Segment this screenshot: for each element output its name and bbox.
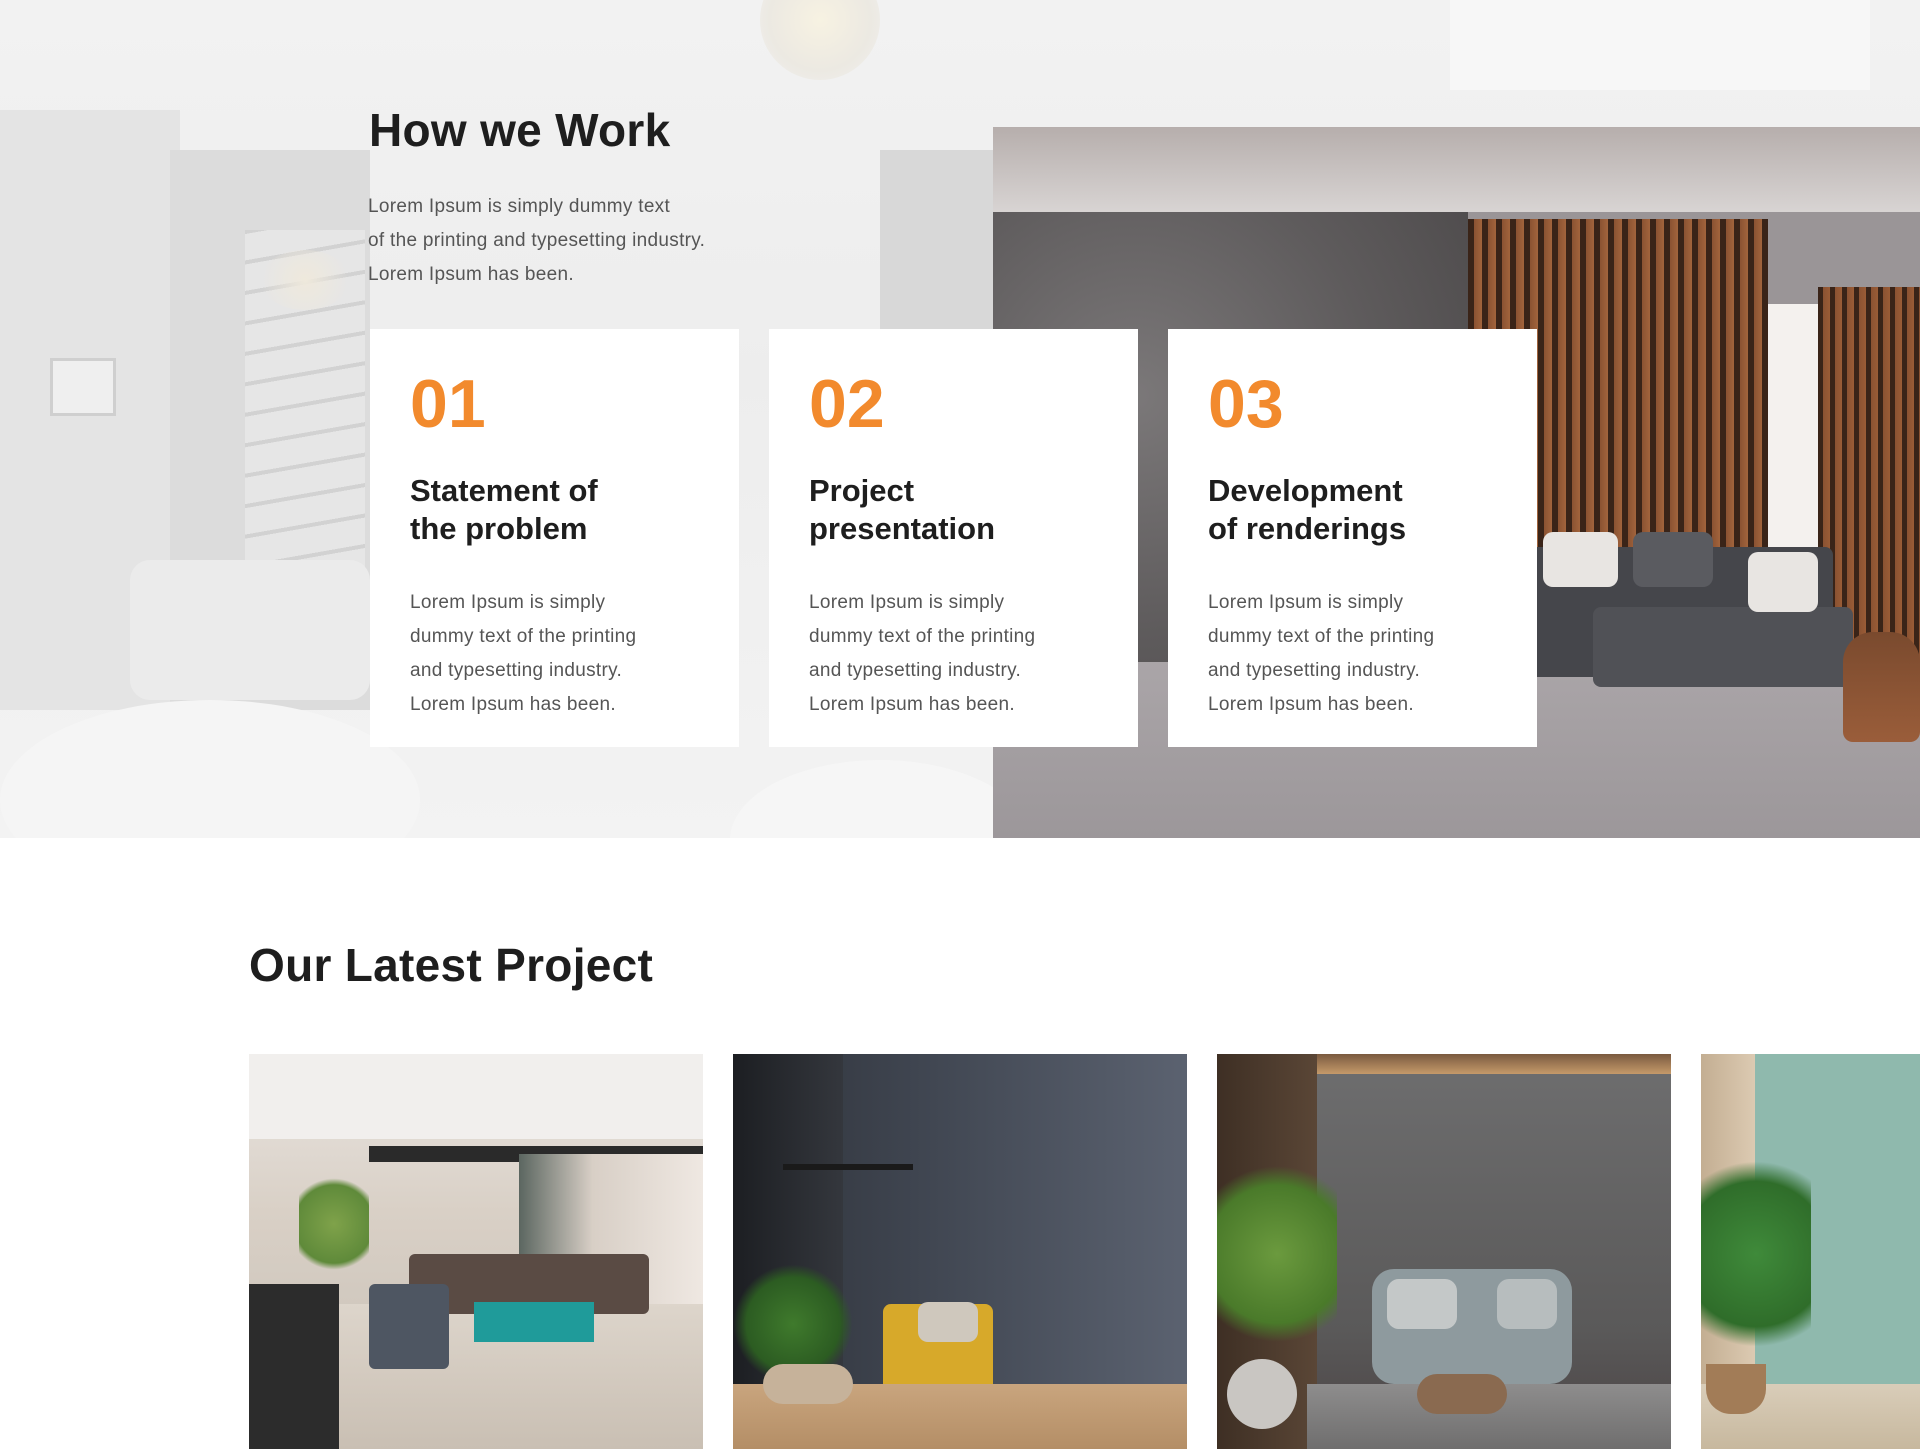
step-desc-line: Lorem Ipsum has been. (1208, 694, 1414, 715)
step-desc-line: Lorem Ipsum has been. (809, 694, 1015, 715)
step-description: Lorem Ipsum is simply dummy text of the … (809, 586, 1109, 722)
steps-list: 01 Statement of the problem Lorem Ipsum … (370, 329, 1538, 747)
step-title-line: Development (1208, 473, 1403, 508)
intro-line: Lorem Ipsum is simply dummy text (368, 196, 671, 217)
step-desc-line: and typesetting industry. (410, 660, 623, 681)
section-intro: Lorem Ipsum is simply dummy text of the … (368, 190, 788, 292)
step-desc-line: and typesetting industry. (1208, 660, 1421, 681)
step-title-line: Statement of (410, 473, 598, 508)
step-description: Lorem Ipsum is simply dummy text of the … (410, 586, 710, 722)
intro-line: of the printing and typesetting industry… (368, 230, 706, 251)
step-desc-line: Lorem Ipsum is simply (1208, 592, 1404, 613)
step-title-line: of renderings (1208, 511, 1407, 546)
project-image-3[interactable] (1217, 1054, 1671, 1449)
step-desc-line: and typesetting industry. (809, 660, 1022, 681)
project-image-1[interactable] (249, 1054, 703, 1449)
step-number: 03 (1208, 366, 1284, 442)
project-image-4[interactable] (1701, 1054, 1920, 1449)
step-desc-line: dummy text of the printing (1208, 626, 1435, 647)
step-desc-line: dummy text of the printing (809, 626, 1036, 647)
step-description: Lorem Ipsum is simply dummy text of the … (1208, 586, 1508, 722)
latest-projects-title: Our Latest Project (249, 939, 654, 991)
step-desc-line: Lorem Ipsum is simply (410, 592, 606, 613)
step-desc-line: Lorem Ipsum is simply (809, 592, 1005, 613)
step-title-line: the problem (410, 511, 588, 546)
step-title: Project presentation (809, 472, 1069, 548)
step-number: 02 (809, 366, 885, 442)
section-title: How we Work (369, 104, 671, 156)
step-card-2: 02 Project presentation Lorem Ipsum is s… (769, 329, 1138, 747)
step-desc-line: dummy text of the printing (410, 626, 637, 647)
step-desc-line: Lorem Ipsum has been. (410, 694, 616, 715)
step-card-1: 01 Statement of the problem Lorem Ipsum … (370, 329, 739, 747)
how-we-work-section: How we Work Lorem Ipsum is simply dummy … (0, 0, 1920, 838)
step-card-3: 03 Development of renderings Lorem Ipsum… (1168, 329, 1537, 747)
step-title-line: Project (809, 473, 915, 508)
project-image-2[interactable] (733, 1054, 1187, 1449)
step-title: Statement of the problem (410, 472, 670, 548)
step-title-line: presentation (809, 511, 996, 546)
step-number: 01 (410, 366, 486, 442)
step-title: Development of renderings (1208, 472, 1468, 548)
intro-line: Lorem Ipsum has been. (368, 264, 574, 285)
